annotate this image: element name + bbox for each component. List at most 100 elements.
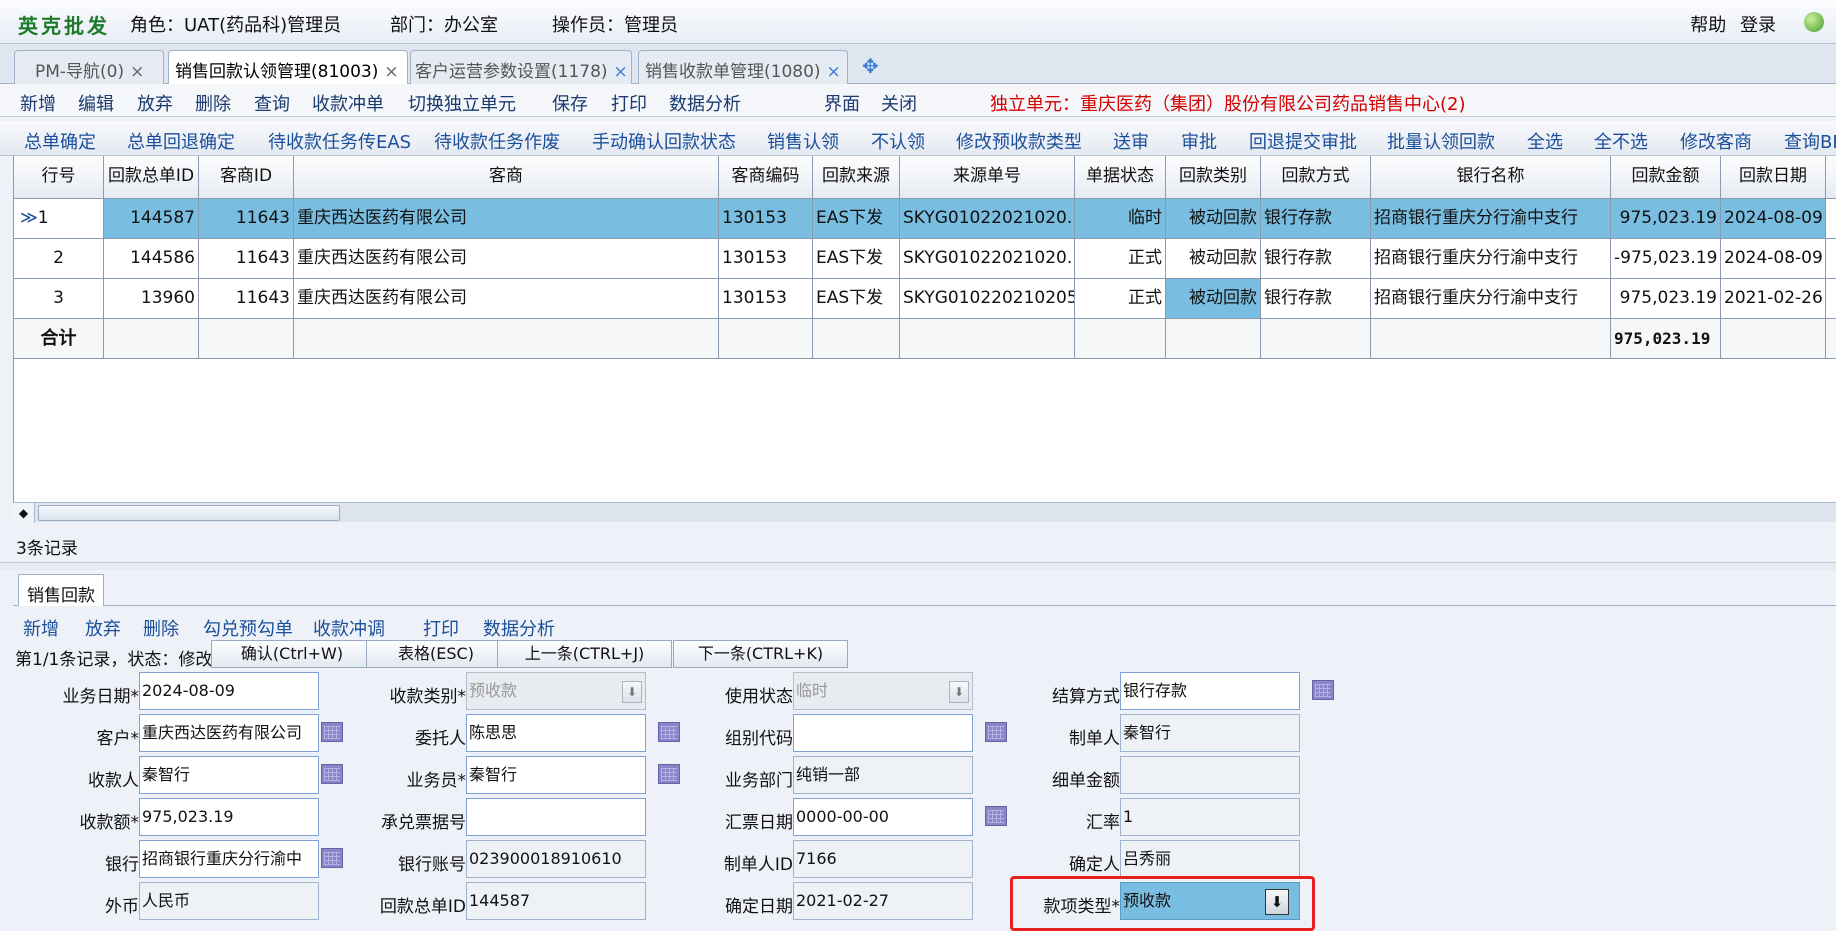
menu-offset[interactable]: 收款冲单 <box>312 90 384 116</box>
confirm-date-field[interactable]: 2021-02-27 <box>793 882 973 920</box>
account-field[interactable]: 023900018910610 <box>466 840 646 878</box>
prev-record-button[interactable]: 上一条(CTRL+J) <box>497 640 672 668</box>
col-header[interactable]: 客商ID <box>199 156 294 198</box>
cell-method[interactable]: 银行存款 <box>1261 279 1371 318</box>
rec-type-select[interactable]: 预收款 ⬇ <box>466 672 646 710</box>
action-manual-confirm[interactable]: 手动确认回款状态 <box>592 128 736 154</box>
calendar-grid-icon[interactable] <box>321 722 343 742</box>
cell-total-id[interactable]: 144587 <box>104 199 199 238</box>
col-header[interactable]: 回款方式 <box>1261 156 1371 198</box>
help-link[interactable]: 帮助 <box>1690 15 1726 36</box>
scroll-left-icon[interactable]: ◆ <box>13 503 35 523</box>
detail-delete-button[interactable]: 删除 <box>143 615 179 641</box>
detail-adjust-button[interactable]: 收款冲调 <box>313 615 385 641</box>
cell-date[interactable]: 2024-08-09 <box>1721 199 1826 238</box>
cell-source-no[interactable]: SKYG01022021020573 <box>900 279 1075 318</box>
menu-data-analysis[interactable]: 数据分析 <box>669 90 741 116</box>
menu-switch-unit[interactable]: 切换独立单元 <box>408 90 516 116</box>
cell-amount[interactable]: 975,023.19 <box>1611 279 1721 318</box>
cell-source[interactable]: EAS下发 <box>813 199 900 238</box>
grid-horizontal-scrollbar[interactable]: ◆ <box>13 502 1836 523</box>
tab-pm-nav[interactable]: PM-导航(0) × <box>14 50 164 84</box>
amount-field[interactable]: 975,023.19 <box>139 798 319 836</box>
menu-delete[interactable]: 删除 <box>195 90 231 116</box>
cell-customer[interactable]: 重庆西达医药有限公司 <box>294 279 719 318</box>
menu-edit[interactable]: 编辑 <box>78 90 114 116</box>
cell-doc-status[interactable]: 正式 <box>1075 239 1166 278</box>
login-link[interactable]: 登录 <box>1740 15 1776 36</box>
tab-sales-collection[interactable]: 销售回款 <box>18 574 104 606</box>
cell-category[interactable]: 被动回款 <box>1166 279 1261 318</box>
table-row[interactable]: 2 144586 11643 重庆西达医药有限公司 130153 EAS下发 S… <box>14 239 1836 279</box>
detail-match-button[interactable]: 勾兑预勾单 <box>203 615 293 641</box>
action-sales-claim[interactable]: 销售认领 <box>767 128 839 154</box>
cell-doc-status[interactable]: 临时 <box>1075 199 1166 238</box>
maker-id-field[interactable]: 7166 <box>793 840 973 878</box>
action-not-claim[interactable]: 不认领 <box>871 128 925 154</box>
cell-customer[interactable]: 重庆西达医药有限公司 <box>294 239 719 278</box>
col-header[interactable]: 银行名称 <box>1371 156 1611 198</box>
action-submit[interactable]: 送审 <box>1113 128 1149 154</box>
calendar-grid-icon[interactable] <box>1312 680 1334 700</box>
action-revert-approval[interactable]: 回退提交审批 <box>1249 128 1357 154</box>
col-header[interactable]: 客商编码 <box>719 156 813 198</box>
use-status-select[interactable]: 临时 ⬇ <box>793 672 973 710</box>
cell-amount[interactable]: -975,023.19 <box>1611 239 1721 278</box>
detail-print-button[interactable]: 打印 <box>423 615 459 641</box>
draft-date-field[interactable]: 0000-00-00 <box>793 798 973 836</box>
col-header[interactable]: 回款来源 <box>813 156 900 198</box>
cell-method[interactable]: 银行存款 <box>1261 239 1371 278</box>
confirm-button[interactable]: 确认(Ctrl+W) <box>211 640 373 668</box>
rate-field[interactable]: 1 <box>1120 798 1300 836</box>
cell-method[interactable]: 银行存款 <box>1261 199 1371 238</box>
table-row[interactable]: 3 13960 11643 重庆西达医药有限公司 130153 EAS下发 SK… <box>14 279 1836 319</box>
scroll-thumb[interactable] <box>38 505 340 521</box>
col-header[interactable]: 单据状态 <box>1075 156 1166 198</box>
tab-customer-params[interactable]: 客户运营参数设置(1178) × <box>410 50 632 84</box>
calendar-grid-icon[interactable] <box>321 764 343 784</box>
close-icon[interactable]: × <box>130 62 144 82</box>
next-record-button[interactable]: 下一条(CTRL+K) <box>673 640 848 668</box>
customer-field[interactable]: 重庆西达医药有限公司 <box>139 714 319 752</box>
cell-customer-id[interactable]: 11643 <box>199 239 294 278</box>
col-header[interactable]: 回款金额 <box>1611 156 1721 198</box>
cell-source-no[interactable]: SKYG01022021020... <box>900 199 1075 238</box>
bill-field[interactable] <box>466 798 646 836</box>
menu-interface[interactable]: 界面 <box>824 90 860 116</box>
cell-source[interactable]: EAS下发 <box>813 279 900 318</box>
calendar-grid-icon[interactable] <box>321 848 343 868</box>
menu-query[interactable]: 查询 <box>254 90 290 116</box>
cell-customer[interactable]: 重庆西达医药有限公司 <box>294 199 719 238</box>
action-modify-customer[interactable]: 修改客商 <box>1680 128 1752 154</box>
action-modify-type[interactable]: 修改预收款类型 <box>956 128 1082 154</box>
cell-source[interactable]: EAS下发 <box>813 239 900 278</box>
col-header[interactable]: 行号 <box>14 156 104 198</box>
total-id-field[interactable]: 144587 <box>466 882 646 920</box>
col-header[interactable]: 回款类别 <box>1166 156 1261 198</box>
table-button[interactable]: 表格(ESC) <box>366 640 506 668</box>
biz-date-field[interactable]: 2024-08-09 <box>139 672 319 710</box>
cell-total-id[interactable]: 144586 <box>104 239 199 278</box>
bank-field[interactable]: 招商银行重庆分行渝中 <box>139 840 319 878</box>
detail-amount-field[interactable] <box>1120 756 1300 794</box>
org-code-field[interactable] <box>793 714 973 752</box>
action-total-confirm[interactable]: 总单确定 <box>24 128 96 154</box>
action-select-all[interactable]: 全选 <box>1527 128 1563 154</box>
table-row[interactable]: ≫1 144587 11643 重庆西达医药有限公司 130153 EAS下发 … <box>14 199 1836 239</box>
salesman-field[interactable]: 秦智行 <box>466 756 646 794</box>
detail-new-button[interactable]: 新增 <box>23 615 59 641</box>
settle-field[interactable]: 银行存款 <box>1120 672 1300 710</box>
cell-bank[interactable]: 招商银行重庆分行渝中支行 <box>1371 199 1611 238</box>
action-approve[interactable]: 审批 <box>1181 128 1217 154</box>
cell-bank[interactable]: 招商银行重庆分行渝中支行 <box>1371 239 1611 278</box>
receiver-field[interactable]: 秦智行 <box>139 756 319 794</box>
cell-category[interactable]: 被动回款 <box>1166 239 1261 278</box>
cell-doc-status[interactable]: 正式 <box>1075 279 1166 318</box>
action-task-void[interactable]: 待收款任务作废 <box>434 128 560 154</box>
cell-date[interactable]: 2021-02-26 <box>1721 279 1826 318</box>
menu-close[interactable]: 关闭 <box>881 90 917 116</box>
menu-discard[interactable]: 放弃 <box>137 90 173 116</box>
cell-customer-code[interactable]: 130153 <box>719 279 813 318</box>
col-header[interactable]: 客商 <box>294 156 719 198</box>
menu-new[interactable]: 新增 <box>20 90 56 116</box>
